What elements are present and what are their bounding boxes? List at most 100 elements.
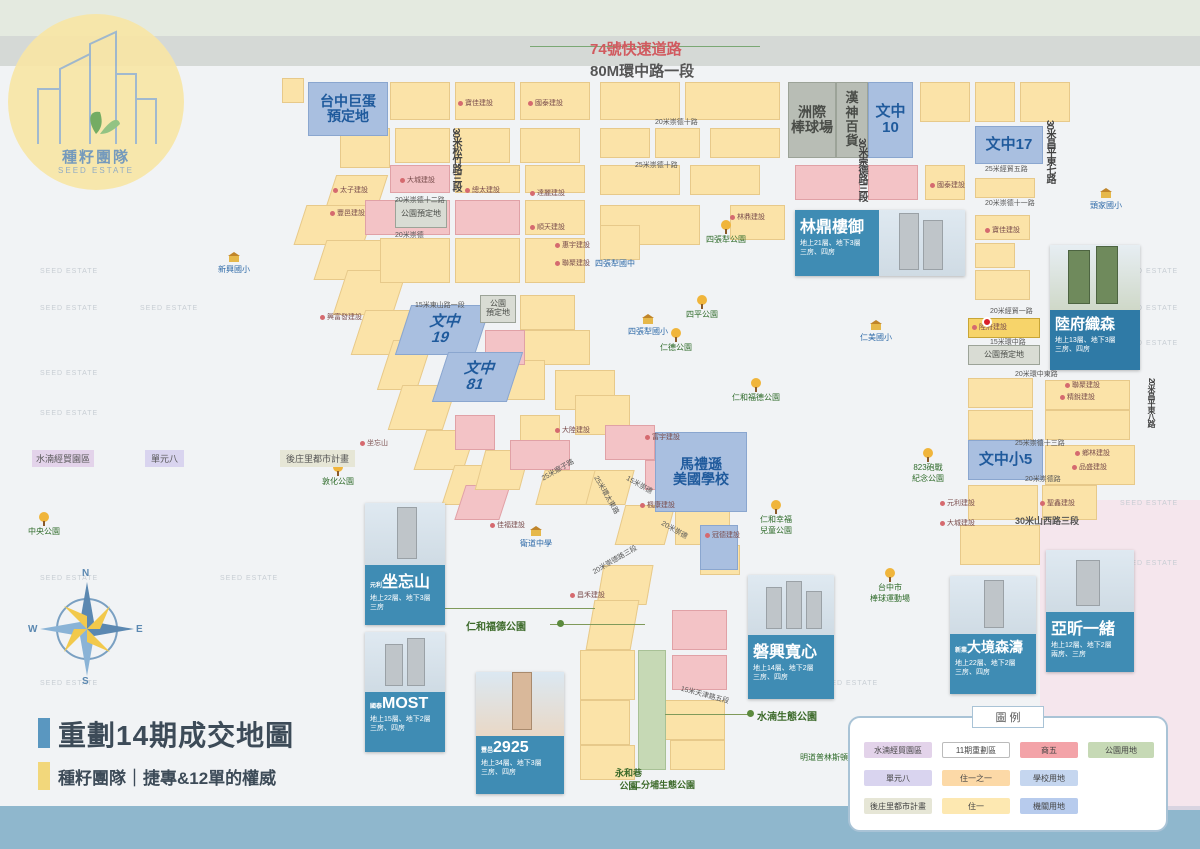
map-canvas: 74號快速道路 80M環中路一段 公園預定地 台中巨蛋 預定地 洲際 棒球場 漢…	[0, 0, 1200, 849]
developer-label: 昌禾建設	[570, 590, 605, 600]
commercial-block	[455, 200, 520, 235]
project-name: 磐興寬心	[753, 644, 818, 661]
legend-item: 住一之一	[942, 770, 1010, 786]
erfenpu-callout: 二分埔生態公園	[632, 780, 696, 790]
watermark: SEED ESTATE	[40, 410, 99, 417]
commercial-block	[795, 165, 860, 200]
compass-e: E	[136, 624, 143, 635]
park-green-strip	[638, 650, 666, 770]
developer-label: 豐邑建設	[330, 208, 365, 218]
compass-n: N	[82, 568, 90, 579]
project-name: 豐邑2925	[481, 739, 529, 756]
watermark: SEED ESTATE	[40, 268, 99, 275]
watermark: SEED ESTATE	[220, 575, 279, 582]
compass-icon	[40, 582, 134, 676]
tree-icon	[39, 512, 49, 526]
block	[968, 378, 1033, 408]
school-icon	[870, 320, 882, 330]
page-title: 重劃14期成交地圖	[58, 720, 295, 751]
tree-icon	[771, 500, 781, 514]
block	[685, 82, 780, 120]
project-name: 亞昕一緒	[1051, 621, 1116, 638]
school-icon	[530, 526, 542, 536]
project-card-lufu[interactable]: 陸府織森 地上13層、地下3層 三房、四房	[1050, 245, 1140, 370]
block	[975, 270, 1030, 300]
block	[520, 128, 580, 163]
renhe-park-callout: 仁和福德公園	[466, 622, 526, 633]
commercial-block	[672, 655, 727, 690]
road-label: 30米松竹路三段	[450, 128, 461, 192]
developer-label: 達麗建設	[530, 188, 565, 198]
developer-label: 太子建設	[333, 185, 368, 195]
project-photo	[1046, 550, 1134, 612]
park-marker	[747, 710, 754, 717]
block	[455, 238, 520, 283]
compass-w: W	[28, 624, 38, 635]
road-label: 20米崇德十一路	[985, 200, 1035, 207]
legend-item: 水湳經貿園區	[864, 742, 932, 758]
developer-label: 精銳建設	[1060, 392, 1095, 402]
project-photo	[476, 672, 564, 736]
building-shape	[385, 644, 403, 686]
wenzhong17-zone: 文中17	[975, 126, 1043, 164]
project-card-panxing[interactable]: 磐興寬心 地上14層、地下2層 三房、四房	[748, 575, 834, 699]
watermark: SEED ESTATE	[140, 305, 199, 312]
project-card-yaxin[interactable]: 亞昕一緒 地上12層、地下2層 兩房、三房	[1046, 550, 1134, 672]
park-label: 仁和福德公園	[732, 378, 780, 403]
project-info: 新業大境森濤 地上22層、地下2層 三房、四房	[950, 634, 1036, 694]
park-marker	[557, 620, 564, 627]
road-label: 20米崇德	[395, 232, 424, 239]
building-shape	[407, 638, 425, 686]
school-label: 頭家國小	[1090, 186, 1122, 211]
project-card-dajing[interactable]: 新業大境森濤 地上22層、地下2層 三房、四房	[950, 576, 1036, 694]
shuinan-eco-callout: 水湳生態公園	[757, 712, 817, 723]
developer-label: 國泰建設	[930, 180, 965, 190]
building-shape	[397, 507, 417, 559]
school-icon	[228, 252, 240, 262]
project-card-2925[interactable]: 豐邑2925 地上34層、地下3層 三房、四房	[476, 672, 564, 794]
project-info: 陸府織森 地上13層、地下3層 三房、四房	[1050, 310, 1140, 370]
tree-icon	[751, 378, 761, 392]
building-shape	[806, 591, 822, 629]
tree-icon	[885, 568, 895, 582]
legend: 圖 例 水湳經貿園區 11期重劃區 商五 公園用地 單元八 住一之一 學校用地 …	[848, 706, 1168, 832]
developer-label: 聯聚建設	[1065, 380, 1100, 390]
park-label: 仁德公園	[660, 328, 692, 353]
legend-item: 單元八	[864, 770, 932, 786]
developer-label: 國泰建設	[528, 98, 563, 108]
block	[975, 82, 1015, 122]
road-label: 20米環中東路	[1015, 371, 1058, 378]
logo-en: SEED ESTATE	[58, 166, 134, 175]
building-shape	[899, 213, 919, 270]
building-shape	[766, 587, 782, 629]
developer-label: 聖鑫建設	[1040, 498, 1075, 508]
wenzhong10-zone: 文中 10	[868, 82, 913, 158]
project-card-most[interactable]: 國泰MOST 地上15層、地下2層 三房、四房	[365, 632, 445, 752]
logo-name: 種籽團隊	[61, 149, 130, 166]
commercial-block	[672, 610, 727, 650]
park-label: 四平公園	[686, 295, 718, 320]
commercial-block	[455, 415, 495, 450]
project-info: 亞昕一緒 地上12層、地下2層 兩房、三房	[1046, 612, 1134, 672]
block	[975, 243, 1015, 268]
compass: N S W E	[28, 568, 145, 687]
project-card-zuowangshan[interactable]: 元利坐忘山 地上22層、地下3層 三房	[365, 503, 445, 625]
developer-label: 元利建設	[940, 498, 975, 508]
block	[580, 650, 635, 700]
project-spec: 地上34層、地下3層 三房、四房	[481, 760, 542, 777]
building-shape	[1068, 250, 1090, 304]
developer-label: 順天建設	[530, 222, 565, 232]
block	[960, 525, 1040, 565]
road-label: 30米崇德路三段	[856, 138, 867, 202]
commercial-block	[605, 425, 655, 460]
building-shape	[1076, 560, 1100, 606]
zhouji-stadium-zone: 洲際 棒球場	[788, 82, 836, 158]
park-reserve-mid: 公園 預定地	[480, 295, 516, 323]
block	[975, 178, 1035, 198]
road-label: 20米崇德路	[1025, 476, 1061, 483]
connector-line	[550, 624, 645, 625]
project-card-lindingchuyu[interactable]: 林鼎樓御 地上21層、地下3層 三房、四房	[795, 210, 965, 276]
building-shape	[923, 220, 943, 270]
project-info: 豐邑2925 地上34層、地下3層 三房、四房	[476, 736, 564, 794]
block	[520, 295, 575, 330]
